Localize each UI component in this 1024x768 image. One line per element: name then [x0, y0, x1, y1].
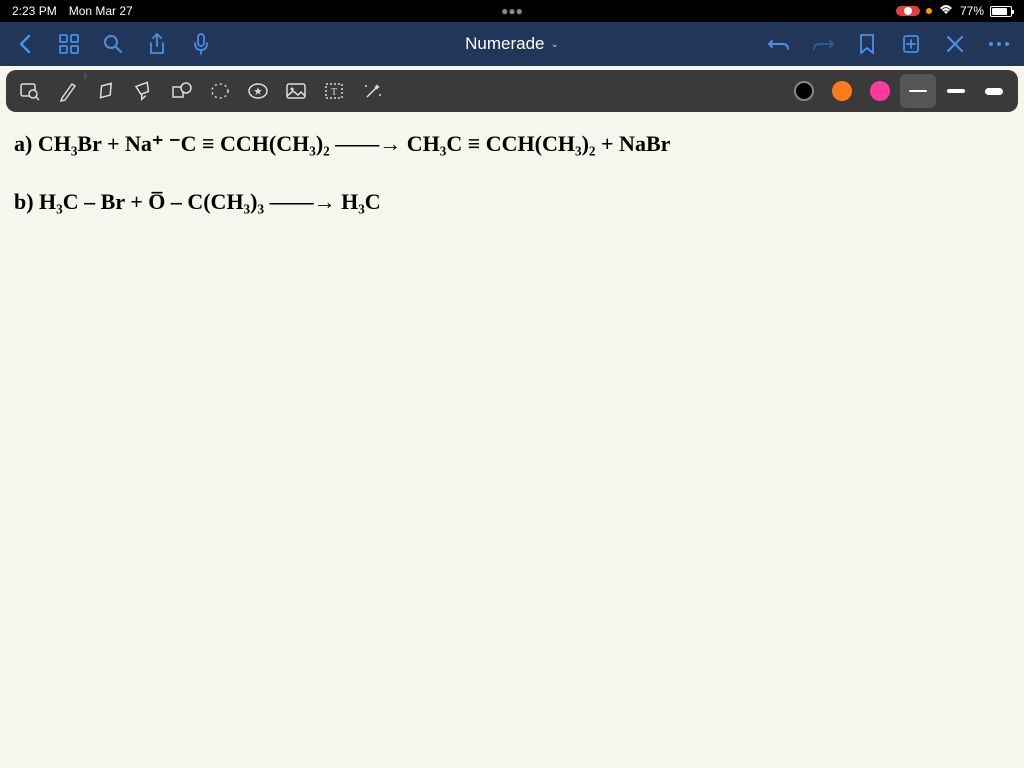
stroke-med-button[interactable]: [938, 74, 974, 108]
med-line-icon: [947, 89, 965, 93]
black-swatch-icon: [794, 81, 814, 101]
shapes-tool[interactable]: [164, 74, 200, 108]
record-dot-icon: [904, 7, 912, 15]
chevron-down-icon: ⌄: [550, 39, 558, 50]
image-tool[interactable]: [278, 74, 314, 108]
status-bar: 2:23 PM Mon Mar 27 ●●● 77%: [0, 0, 1024, 22]
handwriting-line-b: b) H₃C – Br + O̅ – C(CH₃)₃ ——→ H₃C: [14, 188, 381, 217]
wifi-icon: [938, 4, 954, 19]
mic-indicator-icon: [926, 8, 932, 14]
stroke-thick-button[interactable]: [976, 74, 1012, 108]
svg-text:T: T: [331, 87, 337, 98]
thick-line-icon: [985, 88, 1003, 95]
nav-bar: Numerade ⌄: [0, 22, 1024, 66]
color-orange-button[interactable]: [824, 74, 860, 108]
doc-title-button[interactable]: Numerade ⌄: [465, 34, 559, 54]
status-time: 2:23 PM: [12, 4, 57, 18]
redo-button[interactable]: [812, 33, 834, 55]
back-button[interactable]: [14, 33, 36, 55]
zoom-tool[interactable]: [12, 74, 48, 108]
status-right: 77%: [896, 4, 1012, 19]
pink-swatch-icon: [870, 81, 890, 101]
mic-icon[interactable]: [190, 33, 212, 55]
favorite-tool[interactable]: [240, 74, 276, 108]
text-tool[interactable]: T: [316, 74, 352, 108]
eraser-tool[interactable]: [88, 74, 124, 108]
search-icon[interactable]: [102, 33, 124, 55]
drawing-toolbar: ᛒ T: [6, 70, 1018, 112]
close-icon[interactable]: [944, 33, 966, 55]
bookmark-icon[interactable]: [856, 33, 878, 55]
battery-percent: 77%: [960, 4, 984, 18]
handwriting-line-a: a) CH₃Br + Na⁺ ⁻C ≡ CCH(CH₃)₂ ——→ CH₃C ≡…: [14, 130, 670, 159]
highlighter-tool[interactable]: [126, 74, 162, 108]
stroke-thin-button[interactable]: [900, 74, 936, 108]
pen-tool[interactable]: ᛒ: [50, 74, 86, 108]
grid-icon[interactable]: [58, 33, 80, 55]
battery-icon: [990, 6, 1012, 17]
status-left: 2:23 PM Mon Mar 27: [12, 4, 133, 18]
undo-button[interactable]: [768, 33, 790, 55]
lasso-tool[interactable]: [202, 74, 238, 108]
more-icon[interactable]: [988, 33, 1010, 55]
doc-title: Numerade: [465, 34, 544, 54]
bluetooth-badge-icon: ᛒ: [83, 72, 88, 81]
status-date: Mon Mar 27: [69, 4, 133, 18]
orange-swatch-icon: [832, 81, 852, 101]
color-pink-button[interactable]: [862, 74, 898, 108]
magic-tool[interactable]: [354, 74, 390, 108]
add-page-icon[interactable]: [900, 33, 922, 55]
thin-line-icon: [909, 90, 927, 92]
screen-recording-indicator[interactable]: [896, 6, 920, 16]
drawing-canvas[interactable]: a) CH₃Br + Na⁺ ⁻C ≡ CCH(CH₃)₂ ——→ CH₃C ≡…: [0, 116, 1024, 768]
share-icon[interactable]: [146, 33, 168, 55]
color-black-button[interactable]: [786, 74, 822, 108]
multitask-dots-icon[interactable]: ●●●: [501, 4, 523, 18]
